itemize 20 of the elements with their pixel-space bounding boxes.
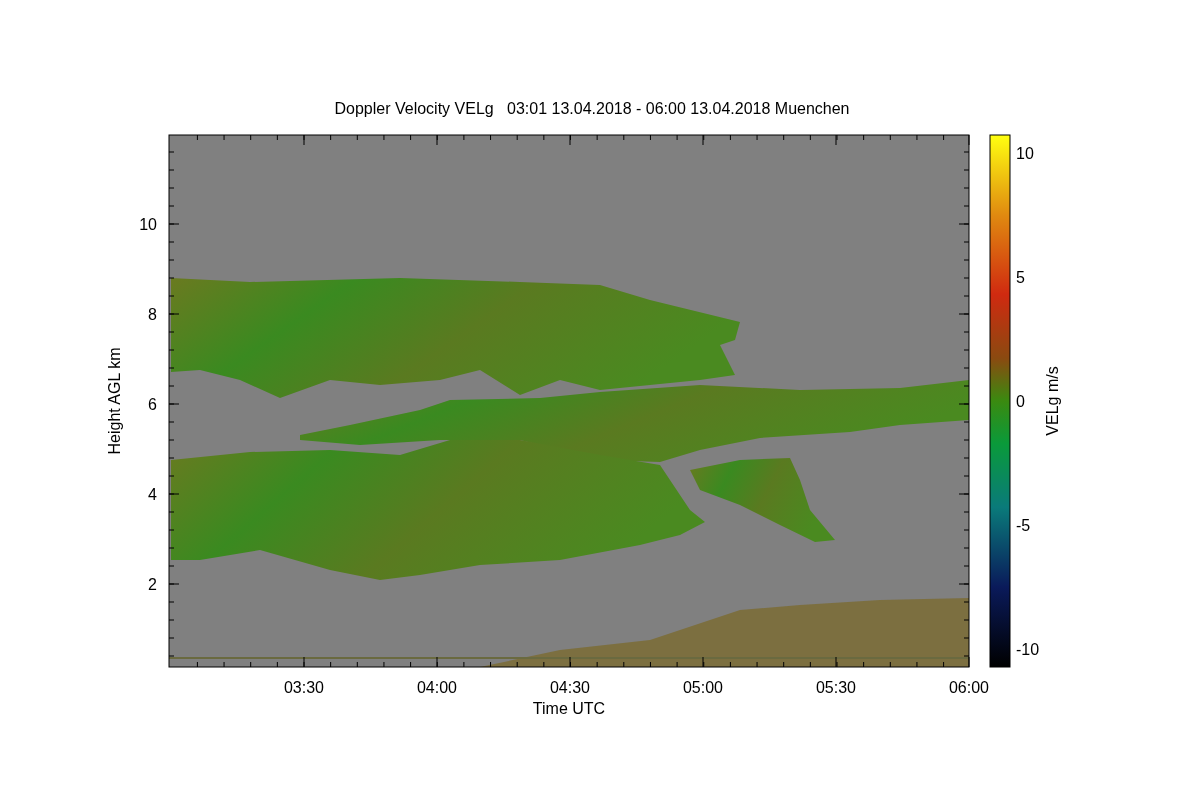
x-tick-label: 05:30 bbox=[816, 679, 856, 696]
colorbar-tick-label: -10 bbox=[1016, 641, 1040, 658]
y-tick-label: 10 bbox=[139, 216, 157, 233]
y-tick-label: 6 bbox=[148, 396, 157, 413]
colorbar-tick-label: -5 bbox=[1016, 517, 1031, 534]
y-tick-label: 2 bbox=[148, 576, 157, 593]
colorbar-tick-label: 5 bbox=[1016, 269, 1025, 286]
x-axis-label: Time UTC bbox=[532, 700, 606, 717]
colorbar-label: VELg m/s bbox=[1044, 366, 1061, 436]
x-tick-label: 04:00 bbox=[417, 679, 457, 696]
x-tick-label: 04:30 bbox=[550, 679, 590, 696]
x-tick-label: 03:30 bbox=[284, 679, 324, 696]
chart-title: Doppler Velocity VELg 03:01 13.04.2018 - 06:00 13.04.2018 Muenchen bbox=[334, 100, 850, 117]
y-tick-label: 8 bbox=[148, 306, 157, 323]
y-axis-label: Height AGL km bbox=[106, 347, 123, 455]
colorbar-tick-label: 0 bbox=[1016, 393, 1025, 410]
colorbar-tick-label: 10 bbox=[1016, 145, 1034, 162]
x-tick-label: 05:00 bbox=[683, 679, 723, 696]
x-tick-label: 06:00 bbox=[949, 679, 989, 696]
y-tick-label: 4 bbox=[148, 486, 157, 503]
